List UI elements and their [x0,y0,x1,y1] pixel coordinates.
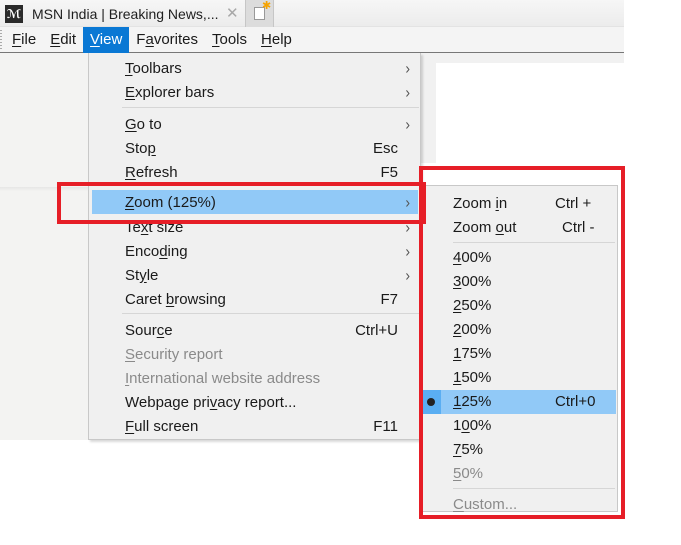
chevron-right-icon: › [405,266,410,284]
view-menu-item-refresh[interactable]: Refresh F5 [92,160,418,184]
view-menu-item-zoom-125[interactable]: Zoom (125%) › [92,190,418,214]
view-menu-item-encoding[interactable]: Encoding › [92,239,418,263]
menu-item-label: Text size [125,218,184,236]
chevron-right-icon: › [405,193,410,211]
zoom-option-200[interactable]: 200% [420,318,616,342]
menu-item-label: Zoom (125%) [125,193,216,211]
menu-bar: File Edit View Favorites Tools Help [0,26,624,53]
menu-tools[interactable]: Tools [205,27,254,53]
sparkle-icon: ✱ [262,0,272,12]
menu-item-shortcut: F11 [373,417,398,435]
menu-favorites[interactable]: Favorites [129,27,205,53]
zoom-option-300[interactable]: 300% [420,270,616,294]
menu-item-label: Full screen [125,417,199,435]
toolbar-shadow [0,187,89,191]
view-menu-item-style[interactable]: Style › [92,263,418,287]
zoom-option-zoom-out[interactable]: Zoom out Ctrl - [420,216,616,240]
menu-item-shortcut: F7 [380,290,398,308]
menu-item-label: Refresh [125,163,178,181]
menu-item-shortcut: Esc [372,139,398,157]
menu-file[interactable]: File [5,27,43,53]
menu-separator [453,242,615,243]
zoom-option-150[interactable]: 150% [420,366,616,390]
close-tab-icon[interactable]: ✕ [226,4,239,22]
view-menu-item-caret-browsing[interactable]: Caret browsing F7 [92,287,418,311]
view-menu-item-toolbars[interactable]: Toolbars › [92,56,418,80]
zoom-option-label: 200% [453,321,492,338]
menu-separator [122,313,419,314]
page-content-background [0,53,89,440]
menu-help[interactable]: Help [254,27,299,53]
view-menu-dropdown: Toolbars › Explorer bars › Go to › Stop Esc Refr… [88,53,421,440]
menu-edit[interactable]: Edit [43,27,83,53]
menu-item-shortcut: Ctrl+U [355,321,398,339]
zoom-option-label: Zoom out [453,219,517,236]
zoom-option-label: 100% [453,417,492,434]
zoom-option-label: Zoom in [453,195,508,212]
zoom-option-175[interactable]: 175% [420,342,616,366]
chevron-right-icon: › [405,115,410,133]
menu-item-label: Style [125,266,159,284]
new-tab-button[interactable]: ✱ [245,0,274,27]
zoom-option-100[interactable]: 100% [420,414,616,438]
zoom-option-label: 400% [453,249,492,266]
zoom-option-label: 150% [453,369,492,386]
browser-tab[interactable]: ℳ MSN India | Breaking News,... ✕ [0,0,248,27]
menu-item-label: Caret browsing [125,290,226,308]
view-menu-item-stop[interactable]: Stop Esc [92,136,418,160]
view-menu-item-explorer-bars[interactable]: Explorer bars › [92,80,418,104]
menu-item-label: Security report [125,345,223,363]
menu-separator [122,107,419,108]
view-menu-item-text-size[interactable]: Text size › [92,215,418,239]
tab-title: MSN India | Breaking News,... [32,5,219,22]
menu-item-label: Source [125,321,173,339]
menu-item-label: Explorer bars [125,83,215,101]
view-menu-item-webpage-privacy-report[interactable]: Webpage privacy report... [92,390,418,414]
zoom-option-shortcut: Ctrl + [555,195,592,212]
zoom-option-custom: Custom... [420,493,616,517]
menu-item-label: Stop [125,139,156,157]
zoom-option-shortcut: Ctrl+0 [555,393,596,410]
radio-bullet-icon [427,398,435,406]
zoom-option-400[interactable]: 400% [420,246,616,270]
menu-item-label: Go to [125,115,162,133]
chevron-right-icon: › [405,59,410,77]
zoom-option-label: 50% [453,465,484,482]
menu-item-label: International website address [125,369,321,387]
page-content-strip [420,53,624,63]
zoom-option-75[interactable]: 75% [420,438,616,462]
menu-separator [453,488,615,489]
msn-logo-icon: ℳ [5,4,23,23]
title-bar: ℳ MSN India | Breaking News,... ✕ ✱ [0,0,624,27]
zoom-option-125[interactable]: 125% Ctrl+0 [420,390,616,414]
view-menu-item-international-website-address: International website address [92,366,418,390]
chevron-right-icon: › [405,242,410,260]
zoom-option-label: 300% [453,273,492,290]
zoom-option-label: 125% [453,393,492,410]
menu-item-label: Webpage privacy report... [125,393,297,411]
view-menu-item-source[interactable]: Source Ctrl+U [92,318,418,342]
zoom-option-250[interactable]: 250% [420,294,616,318]
menu-item-label: Encoding [125,242,188,260]
menubar-grip [0,30,2,50]
zoom-option-label: 175% [453,345,492,362]
view-menu-item-go-to[interactable]: Go to › [92,112,418,136]
zoom-option-zoom-in[interactable]: Zoom in Ctrl + [420,192,616,216]
zoom-submenu: Zoom in Ctrl + Zoom out Ctrl - 400% 300% 250% 2… [419,185,618,513]
menu-item-label: Toolbars [125,59,182,77]
view-menu-item-security-report: Security report [92,342,418,366]
zoom-option-shortcut: Ctrl - [562,219,595,236]
menu-item-shortcut: F5 [380,163,398,181]
menu-view[interactable]: View [83,26,130,53]
zoom-option-50: 50% [420,462,616,486]
chevron-right-icon: › [405,218,410,236]
view-menu-item-full-screen[interactable]: Full screen F11 [92,414,418,438]
zoom-option-label: Custom... [453,496,518,513]
zoom-option-label: 250% [453,297,492,314]
zoom-option-label: 75% [453,441,484,458]
chevron-right-icon: › [405,83,410,101]
page-content-bar [420,63,436,163]
